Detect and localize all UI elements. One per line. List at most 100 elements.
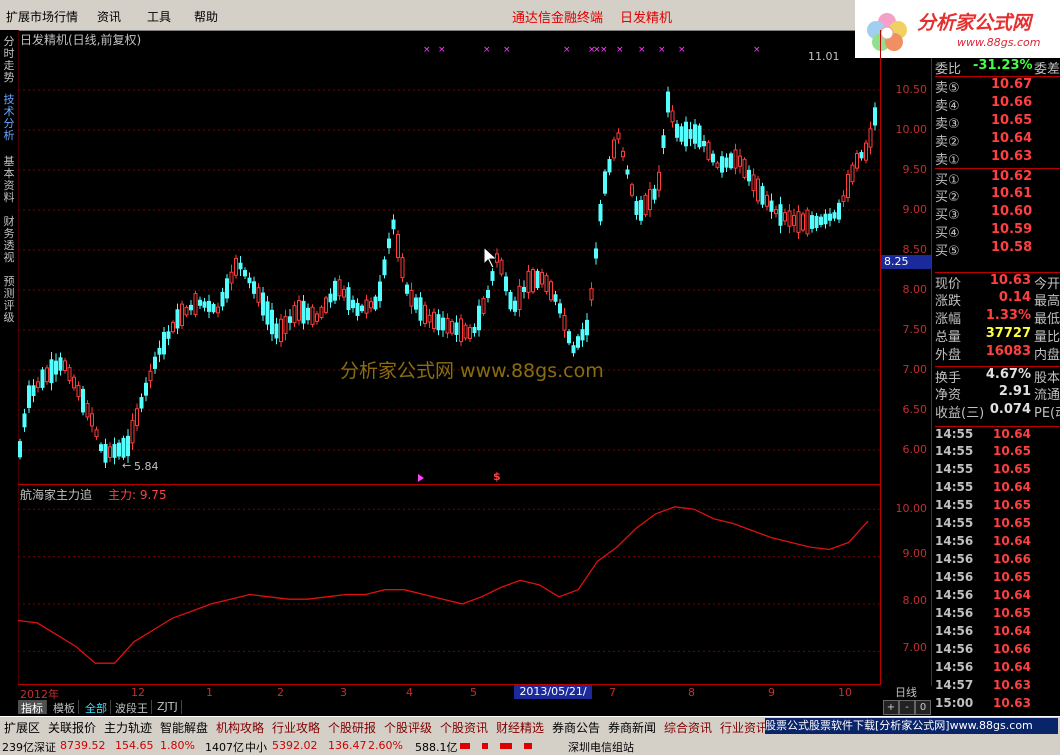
bid-level-label: 买⑤ (935, 244, 960, 259)
zoom-reset-button[interactable]: 0 (915, 700, 931, 715)
quote-ext-label: 量比 (1034, 330, 1060, 345)
quote-ext-label: 内盘 (1034, 348, 1060, 363)
period-selector[interactable]: 日线 (881, 684, 931, 699)
candle-body (738, 155, 742, 167)
sz-index-change: 154.65 (115, 739, 154, 752)
order-ratio-row: 委比 -31.23% 委差 (935, 58, 1060, 77)
nav-ad-banner[interactable]: 股票公式股票软件下载[分析家公式网]www.88gs.com (765, 718, 1058, 734)
candle-body (567, 331, 571, 344)
nav-item[interactable]: 关联报价 (48, 719, 96, 736)
logo-url[interactable]: www.88gs.com (957, 36, 1040, 49)
ask-row[interactable]: 卖③ 10.65 (935, 113, 1060, 132)
signal-x-marker: × (753, 45, 761, 55)
candle-body (396, 234, 400, 258)
nav-item[interactable]: 个股研报 (328, 719, 376, 736)
bid-row[interactable]: 买④ 10.59 (935, 222, 1060, 241)
candle-body (184, 307, 189, 316)
tick-row: 14:56 10.64 (935, 534, 1060, 552)
indicator-chart[interactable]: 航海家主力追 主力: 9.75 (18, 484, 881, 685)
candle-body (81, 388, 85, 413)
nav-item[interactable]: 个股资讯 (440, 719, 488, 736)
candle-body (751, 174, 756, 192)
menu-help[interactable]: 帮助 (194, 8, 218, 25)
tab-all[interactable]: 全部 (82, 700, 111, 715)
candle-body (747, 169, 751, 182)
candle-body (468, 327, 472, 339)
bid-price: 10.58 (991, 240, 1033, 255)
tick-row: 14:55 10.65 (935, 444, 1060, 462)
nav-item[interactable]: 主力轨迹 (104, 719, 152, 736)
menu-news[interactable]: 资讯 (97, 8, 121, 25)
nav-item[interactable]: 券商公告 (552, 719, 600, 736)
bid-row[interactable]: 买③ 10.60 (935, 204, 1060, 223)
candlestick-chart[interactable]: 日发精机(日线,前复权) × × × × × × × × × × × × × 11.01 ← 5.84 … (18, 30, 881, 484)
server-name: 深圳电信组站 (568, 741, 634, 754)
candle-body (661, 135, 666, 148)
bid-row[interactable]: 买② 10.61 (935, 186, 1060, 205)
candle-body (697, 125, 702, 148)
tab-template[interactable]: 模板 (50, 700, 79, 715)
tab-band-king[interactable]: 波段王 (112, 700, 152, 715)
candle-body (598, 204, 603, 222)
candle-body (801, 213, 805, 231)
candle-body (765, 194, 769, 207)
candle-body (126, 435, 130, 457)
tab-forecast[interactable]: 预测评级 (2, 276, 16, 324)
tab-fundamentals[interactable]: 基本资料 (2, 156, 16, 204)
nav-item[interactable]: 财经精选 (496, 719, 544, 736)
candle-body (409, 289, 414, 307)
nav-item[interactable]: 智能解盘 (160, 719, 208, 736)
candle-body (418, 297, 423, 321)
candle-body (756, 178, 760, 202)
ask-row[interactable]: 卖② 10.64 (935, 131, 1060, 150)
nav-item[interactable]: 行业资讯 (720, 719, 768, 736)
nav-item[interactable]: 个股评级 (384, 719, 432, 736)
indicator-tabs: 指标 模板 全部 波段王 ZJTJ (18, 700, 880, 715)
candle-body (117, 442, 121, 457)
tick-row: 14:56 10.65 (935, 606, 1060, 624)
candle-body (400, 257, 405, 279)
date-label: 9 (768, 686, 775, 699)
candlestick-svg[interactable]: × × × × × ×× × × × × × × (18, 30, 880, 484)
candle-body (391, 219, 396, 230)
bid-level-label: 买④ (935, 226, 960, 241)
nav-item[interactable]: 综合资讯 (664, 719, 712, 736)
quote-row: 总量 37727 量比 (935, 326, 1060, 345)
candle-body (454, 322, 459, 335)
tab-zjtj[interactable]: ZJTJ (154, 700, 182, 714)
status-bar: 239亿 深证 8739.52 154.65 1.80% 1407亿 中小 53… (0, 737, 1060, 755)
tab-indicator[interactable]: 指标 (18, 700, 47, 715)
nav-item[interactable]: 机构攻略 (216, 719, 264, 736)
tick-time: 14:56 (935, 624, 974, 638)
zoom-out-button[interactable]: - (899, 700, 915, 715)
nav-item[interactable]: 扩展区 (4, 719, 40, 736)
ask-row[interactable]: 卖① 10.63 (935, 149, 1060, 168)
tick-row: 14:56 10.66 (935, 642, 1060, 660)
zoom-in-button[interactable]: + (883, 700, 899, 715)
ask-row[interactable]: 卖⑤ 10.67 (935, 77, 1060, 96)
candle-body (675, 123, 679, 138)
bid-row[interactable]: 买① 10.62 (935, 168, 1060, 188)
candle-body (580, 329, 585, 341)
axis-label: 9.00 (902, 203, 928, 216)
tab-technical[interactable]: 技术分析 (2, 94, 16, 142)
candle-body (423, 304, 427, 324)
tick-price: 10.65 (993, 570, 1031, 584)
bid-row[interactable]: 买⑤ 10.58 (935, 240, 1060, 259)
menu-tools[interactable]: 工具 (147, 8, 171, 25)
candle-body (859, 152, 864, 159)
tab-intraday[interactable]: 分时走势 (2, 36, 16, 84)
candle-body (621, 150, 625, 158)
candle-body (288, 316, 292, 323)
nav-item[interactable]: 券商新闻 (608, 719, 656, 736)
candle-body (778, 204, 783, 226)
tab-financials[interactable]: 财务透视 (2, 216, 16, 264)
menu-extended-market[interactable]: 扩展市场行情 (6, 8, 78, 25)
candle-body (211, 304, 216, 313)
candle-body (99, 444, 103, 452)
ask-row[interactable]: 卖④ 10.66 (935, 95, 1060, 114)
nav-item[interactable]: 行业攻略 (272, 719, 320, 736)
candle-body (810, 215, 814, 229)
watermark: 分析家公式网 www.88gs.com (340, 360, 604, 382)
candle-body (369, 301, 373, 309)
